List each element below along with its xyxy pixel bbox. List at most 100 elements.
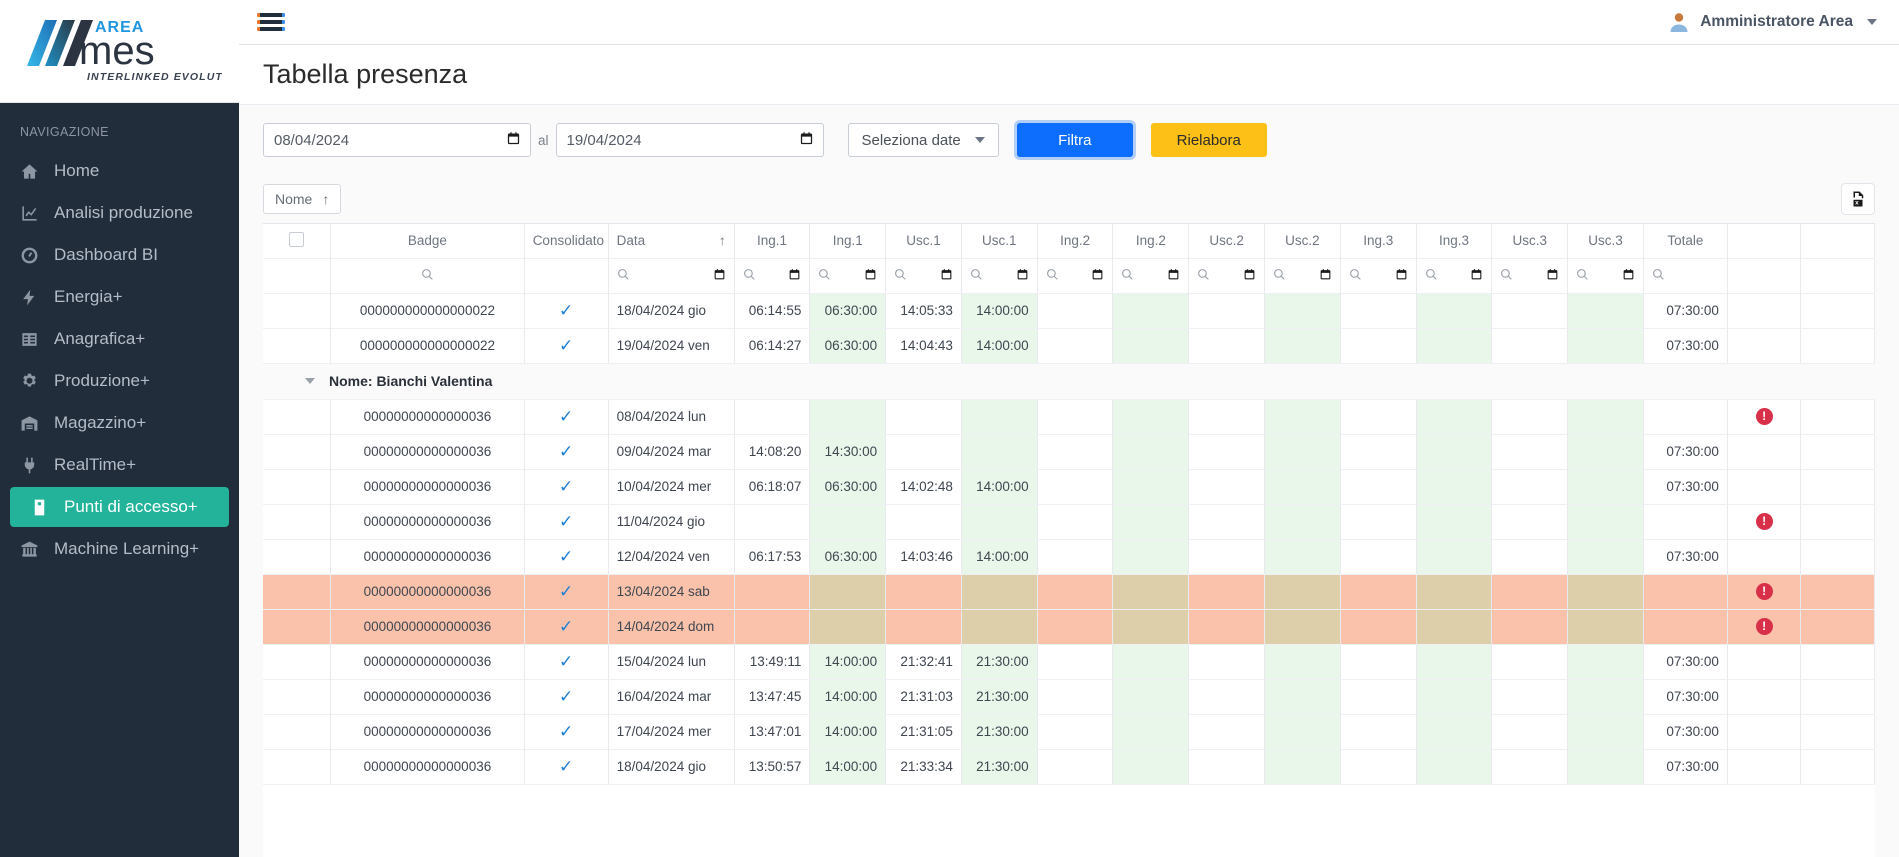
warning-icon[interactable]: ! <box>1755 618 1773 635</box>
search-icon[interactable] <box>1500 268 1513 284</box>
sidebar-item-punti-di-accesso[interactable]: Punti di accesso+ <box>10 487 229 527</box>
column-header-totale[interactable]: Totale <box>1643 224 1728 259</box>
table-row[interactable]: 00000000000000036 ✓ 08/04/2024 lun! <box>263 399 1875 435</box>
cell-time-11 <box>1567 293 1644 329</box>
sidebar-item-produzione[interactable]: Produzione+ <box>0 361 229 401</box>
table-row[interactable]: 00000000000000036 ✓ 09/04/2024 mar 14:08:20… <box>263 434 1875 470</box>
calendar-icon[interactable] <box>799 131 814 150</box>
search-icon[interactable] <box>818 268 831 284</box>
table-row[interactable]: 00000000000000036 ✓ 12/04/2024 ven 06:17:53… <box>263 539 1875 575</box>
table-row[interactable]: 00000000000000036 ✓ 11/04/2024 gio! <box>263 504 1875 540</box>
search-icon[interactable] <box>421 268 434 284</box>
export-xlsx-button[interactable] <box>1841 183 1875 215</box>
cell-time-3 <box>961 574 1038 610</box>
search-icon[interactable] <box>1046 268 1059 284</box>
calendar-icon[interactable] <box>1091 268 1104 284</box>
sidebar-item-dashboard-bi[interactable]: Dashboard BI <box>0 235 229 275</box>
search-icon[interactable] <box>1121 268 1134 284</box>
search-icon[interactable] <box>617 268 630 284</box>
column-header-usc2-raw[interactable]: Usc.2 <box>1188 224 1266 259</box>
column-header-usc3-raw[interactable]: Usc.3 <box>1491 224 1569 259</box>
group-header-row[interactable]: Nome: Bianchi Valentina <box>263 363 1875 400</box>
calendar-icon[interactable] <box>1243 268 1256 284</box>
column-header-ing3-rounded[interactable]: Ing.3 <box>1416 224 1493 259</box>
calendar-icon[interactable] <box>1546 268 1559 284</box>
sidebar-item-analisi-produzione[interactable]: Analisi produzione <box>0 193 229 233</box>
table-row[interactable]: 00000000000000036 ✓ 15/04/2024 lun 13:49:11… <box>263 644 1875 680</box>
column-header-usc1-rounded[interactable]: Usc.1 <box>961 224 1038 259</box>
table-row[interactable]: 00000000000000036 ✓ 14/04/2024 dom! <box>263 609 1875 645</box>
sidebar-item-machine-learning[interactable]: Machine Learning+ <box>0 529 229 569</box>
calendar-icon[interactable] <box>1319 268 1332 284</box>
reprocess-button[interactable]: Rielabora <box>1150 123 1267 157</box>
calendar-icon[interactable] <box>1016 268 1029 284</box>
xlsx-export-icon <box>1853 191 1864 207</box>
search-icon[interactable] <box>1652 268 1665 284</box>
cell-time-11 <box>1567 504 1644 540</box>
calendar-icon[interactable] <box>1395 268 1408 284</box>
calendar-icon[interactable] <box>940 268 953 284</box>
search-icon[interactable] <box>1349 268 1362 284</box>
brand-logo[interactable]: AREA mes INTERLINKED EVOLUTION <box>0 0 239 103</box>
select-dates-dropdown[interactable]: Seleziona date <box>847 123 999 157</box>
hamburger-icon[interactable] <box>257 11 285 33</box>
calendar-icon[interactable] <box>1622 268 1635 284</box>
sidebar-item-magazzino[interactable]: Magazzino+ <box>0 403 229 443</box>
user-menu[interactable]: Amministratore Area <box>1667 10 1877 34</box>
column-header-ing3-raw[interactable]: Ing.3 <box>1340 224 1417 259</box>
column-header-ing1-raw[interactable]: Ing.1 <box>734 224 811 259</box>
calendar-icon[interactable] <box>864 268 877 284</box>
search-icon[interactable] <box>1425 268 1438 284</box>
badge-id-icon <box>28 496 50 518</box>
calendar-icon[interactable] <box>1167 268 1180 284</box>
sidebar-item-label: Energia+ <box>54 287 123 306</box>
column-header-badge[interactable]: Badge <box>330 224 525 259</box>
collapse-caret-icon[interactable] <box>305 378 315 384</box>
sidebar-item-anagrafica[interactable]: Anagrafica+ <box>0 319 229 359</box>
cell-time-3 <box>961 434 1038 470</box>
calendar-icon[interactable] <box>1470 268 1483 284</box>
column-header-usc3-rounded[interactable]: Usc.3 <box>1567 224 1644 259</box>
warning-icon[interactable]: ! <box>1755 408 1773 425</box>
date-to-field[interactable]: 19/04/2024 <box>555 123 824 157</box>
filter-cell-time-14 <box>1491 258 1569 294</box>
date-from-field[interactable]: 08/04/2024 <box>263 123 531 157</box>
table-row[interactable]: 00000000000000036 ✓ 17/04/2024 mer 13:47:01… <box>263 714 1875 750</box>
column-header-ing1-rounded[interactable]: Ing.1 <box>809 224 887 259</box>
calendar-icon[interactable] <box>788 268 801 284</box>
select-all-checkbox[interactable] <box>289 231 305 247</box>
warning-icon[interactable]: ! <box>1755 513 1773 530</box>
cell-time-3: 14:00:00 <box>961 328 1038 364</box>
table-row[interactable]: 00000000000000036 ✓ 10/04/2024 mer 06:18:07… <box>263 469 1875 505</box>
search-icon[interactable] <box>1273 268 1286 284</box>
cell-spacer <box>1800 328 1875 364</box>
sidebar-item-energia[interactable]: Energia+ <box>0 277 229 317</box>
presence-table-container[interactable]: Badge Consolidato Data ↑ Ing.1 Ing.1 Usc… <box>263 223 1875 857</box>
search-icon[interactable] <box>1576 268 1589 284</box>
column-header-data[interactable]: Data ↑ <box>608 224 735 259</box>
sidebar-item-realtime[interactable]: RealTime+ <box>0 445 229 485</box>
search-icon[interactable] <box>894 268 907 284</box>
column-header-usc1-raw[interactable]: Usc.1 <box>885 224 962 259</box>
chevron-down-icon[interactable] <box>1867 19 1877 25</box>
column-header-consolidato[interactable]: Consolidato <box>524 224 609 259</box>
table-row[interactable]: 000000000000000022 ✓ 19/04/2024 ven 06:14:2… <box>263 328 1875 364</box>
sidebar-item-home[interactable]: Home <box>0 151 229 191</box>
search-icon[interactable] <box>970 268 983 284</box>
cell-time-4 <box>1037 609 1114 645</box>
search-icon[interactable] <box>1197 268 1210 284</box>
table-row[interactable]: 00000000000000036 ✓ 13/04/2024 sab! <box>263 574 1875 610</box>
cell-consolidato: ✓ <box>524 679 609 715</box>
search-icon[interactable] <box>743 268 756 284</box>
column-header-ing2-raw[interactable]: Ing.2 <box>1037 224 1114 259</box>
sort-chip-nome[interactable]: Nome ↑ <box>263 184 342 214</box>
table-row[interactable]: 000000000000000022 ✓ 18/04/2024 gio 06:14:5… <box>263 293 1875 329</box>
calendar-icon[interactable] <box>506 131 521 150</box>
warning-icon[interactable]: ! <box>1755 583 1773 600</box>
column-header-usc2-rounded[interactable]: Usc.2 <box>1264 224 1341 259</box>
table-row[interactable]: 00000000000000036 ✓ 18/04/2024 gio 13:50:57… <box>263 749 1875 785</box>
calendar-icon[interactable] <box>713 268 726 284</box>
column-header-ing2-rounded[interactable]: Ing.2 <box>1112 224 1190 259</box>
table-row[interactable]: 00000000000000036 ✓ 16/04/2024 mar 13:47:45… <box>263 679 1875 715</box>
filter-button[interactable]: Filtra <box>1016 123 1133 157</box>
